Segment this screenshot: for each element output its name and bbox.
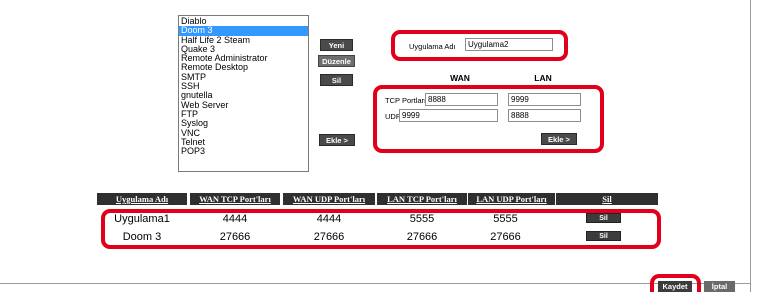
list-item[interactable]: Web Server: [179, 100, 308, 110]
row-delete-button[interactable]: Sil: [586, 213, 621, 223]
page-frame-right: [750, 0, 751, 292]
new-button[interactable]: Yeni: [320, 39, 353, 51]
row-lan-tcp: 27666: [406, 231, 438, 243]
app-name-label: Uygulama Adı: [409, 42, 456, 51]
col-header-app-name: Uygulama Adı: [97, 193, 187, 205]
row-lan-tcp: 5555: [409, 213, 435, 225]
lan-udp-input[interactable]: 8888: [508, 109, 581, 122]
delete-button[interactable]: Sil: [320, 74, 353, 86]
add-button[interactable]: Ekle >: [319, 134, 355, 146]
col-header-delete: Sil: [556, 193, 658, 205]
row-app-name: Uygulama1: [114, 213, 170, 225]
row-wan-udp: 27666: [313, 231, 345, 243]
row-app-name: Doom 3: [122, 231, 162, 243]
row-lan-udp: 27666: [490, 231, 521, 243]
row-delete-button[interactable]: Sil: [586, 231, 621, 241]
edit-button[interactable]: Düzenle: [318, 55, 355, 67]
lan-tcp-input[interactable]: 9999: [508, 93, 581, 106]
cancel-button[interactable]: İptal: [704, 281, 735, 292]
add-port-button[interactable]: Ekle >: [541, 133, 577, 145]
application-list[interactable]: Diablo Doom 3 Half Life 2 Steam Quake 3 …: [178, 15, 309, 172]
save-button[interactable]: Kaydet: [658, 281, 692, 292]
row-wan-udp: 4444: [316, 213, 342, 225]
tcp-ports-label: TCP Portları: [385, 96, 427, 105]
list-item[interactable]: POP3: [179, 146, 308, 156]
app-name-input[interactable]: Uygulama2: [465, 38, 553, 51]
wan-udp-input[interactable]: 9999: [399, 109, 498, 122]
wan-header: WAN: [450, 73, 470, 83]
row-wan-tcp: 4444: [222, 213, 248, 225]
page-frame-bottom: [0, 283, 751, 284]
col-header-lan-udp: LAN UDP Port'ları: [468, 193, 555, 205]
lan-header: LAN: [534, 73, 552, 83]
row-wan-tcp: 27666: [219, 231, 251, 243]
col-header-wan-udp: WAN UDP Port'ları: [283, 193, 375, 205]
col-header-lan-tcp: LAN TCP Port'ları: [377, 193, 467, 205]
col-header-wan-tcp: WAN TCP Port'ları: [190, 193, 280, 205]
row-lan-udp: 5555: [493, 213, 518, 225]
wan-tcp-input[interactable]: 8888: [425, 93, 498, 106]
